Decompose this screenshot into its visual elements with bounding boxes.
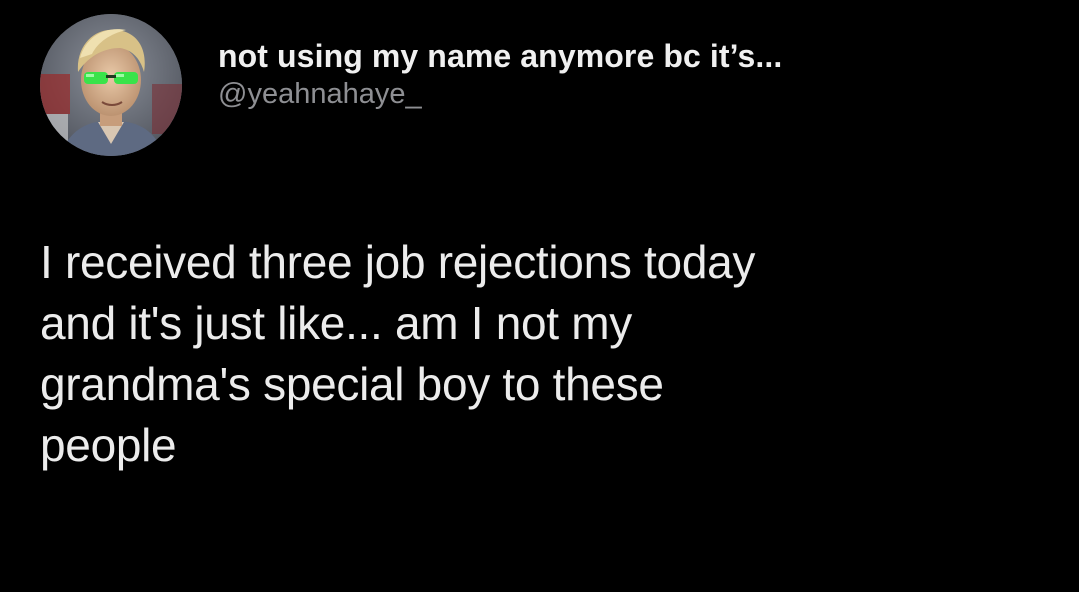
- avatar-image: [40, 14, 182, 156]
- tweet-header: not using my name anymore bc it’s... @ye…: [40, 14, 782, 156]
- tweet-card: not using my name anymore bc it’s... @ye…: [0, 0, 1079, 592]
- user-handle[interactable]: @yeahnahaye_: [218, 76, 782, 112]
- display-name[interactable]: not using my name anymore bc it’s...: [218, 36, 782, 76]
- avatar[interactable]: [40, 14, 182, 156]
- tweet-text: I received three job rejections today an…: [40, 236, 756, 471]
- author-info: not using my name anymore bc it’s... @ye…: [218, 36, 782, 112]
